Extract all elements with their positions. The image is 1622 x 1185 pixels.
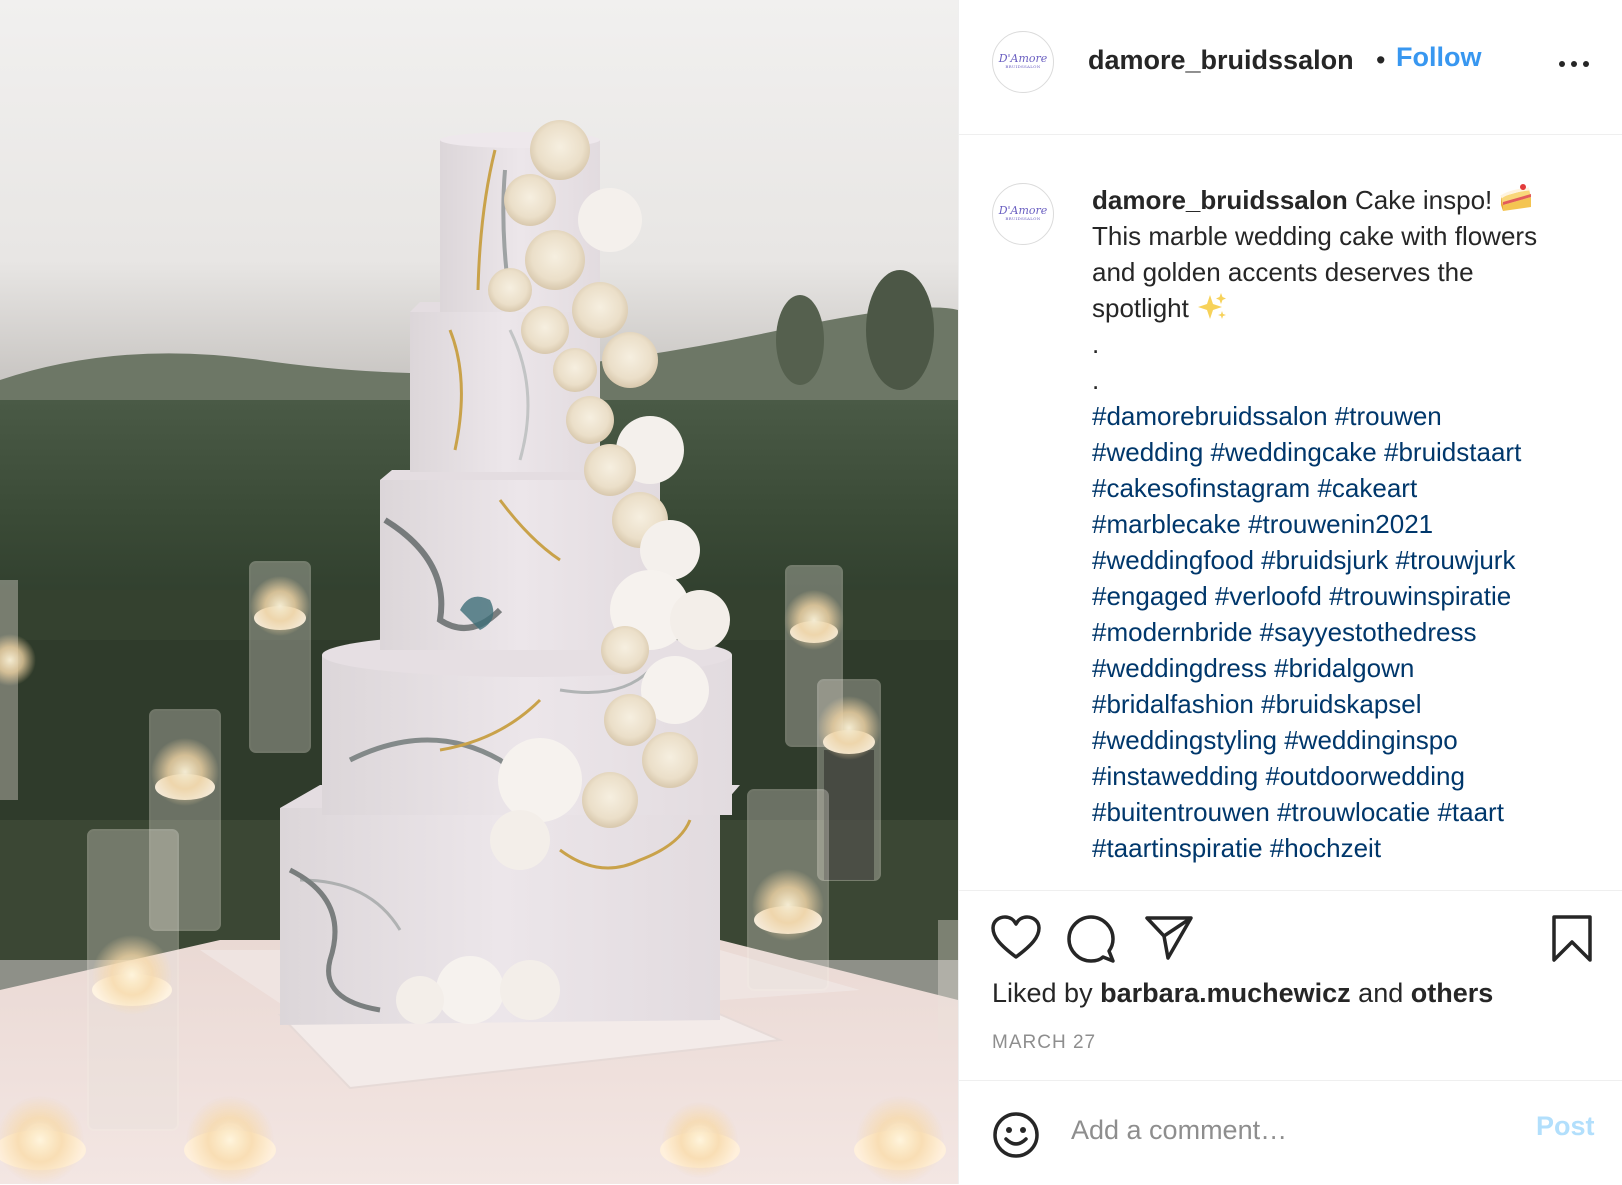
hashtag-line[interactable]: #weddingfood #bruidsjurk #trouwjurk <box>1092 542 1602 578</box>
heart-icon[interactable] <box>990 915 1042 961</box>
hashtag-line[interactable]: #cakesofinstagram #cakeart <box>1092 470 1602 506</box>
caption-text: damore_bruidssalon Cake inspo! This marb… <box>1092 182 1602 866</box>
hashtag-line[interactable]: #weddingstyling #weddinginspo <box>1092 722 1602 758</box>
wedding-cake-image <box>0 0 958 1184</box>
sparkles-emoji-icon <box>1198 293 1227 319</box>
share-icon[interactable] <box>1144 914 1194 962</box>
hashtag-line[interactable]: #instawedding #outdoorwedding <box>1092 758 1602 794</box>
caption-line-4: spotlight <box>1092 293 1197 323</box>
hashtag-line[interactable]: #engaged #verloofd #trouwinspiratie <box>1092 578 1602 614</box>
post-date[interactable]: MARCH 27 <box>992 1032 1096 1054</box>
hashtag-line[interactable]: #marblecake #trouwenin2021 <box>1092 506 1602 542</box>
header-username[interactable]: damore_bruidssalon <box>1088 45 1354 76</box>
comment-bar: Post <box>959 1080 1622 1185</box>
hashtag-line[interactable]: #bridalfashion #bruidskapsel <box>1092 686 1602 722</box>
likes-middle: and <box>1350 978 1411 1008</box>
caption-line-2: This marble wedding cake with flowers <box>1092 221 1538 251</box>
hashtag-line[interactable]: #modernbride #sayyestothedress <box>1092 614 1602 650</box>
likes-prefix: Liked by <box>992 978 1101 1008</box>
hashtag-line[interactable]: #taartinspiratie #hochzeit <box>1092 830 1602 866</box>
cake-slice-emoji-icon <box>1500 184 1532 211</box>
caption-line-3: and golden accents deserves the <box>1092 257 1474 287</box>
liked-by-user[interactable]: barbara.muchewicz <box>1100 978 1351 1008</box>
comment-input[interactable] <box>1069 1107 1493 1153</box>
hashtag-line[interactable]: #wedding #weddingcake #bruidstaart <box>1092 434 1602 470</box>
caption-avatar[interactable]: D'Amore BRUIDSSALON <box>992 183 1054 245</box>
hashtag-line[interactable]: #weddingdress #bridalgown <box>1092 650 1602 686</box>
avatar-logo-sub: BRUIDSSALON <box>1005 64 1041 69</box>
profile-avatar[interactable]: D'Amore BRUIDSSALON <box>992 31 1054 93</box>
comment-icon[interactable] <box>1066 914 1116 964</box>
caption-line-1: Cake inspo! <box>1347 185 1500 215</box>
likes-others-link[interactable]: others <box>1411 978 1494 1008</box>
caption-username[interactable]: damore_bruidssalon <box>1092 185 1348 215</box>
more-options-icon[interactable] <box>1559 58 1589 70</box>
post-actions: Liked by barbara.muchewicz and others MA… <box>959 890 1622 1080</box>
avatar-logo-text: D'Amore <box>998 204 1048 217</box>
post-comment-button[interactable]: Post <box>1536 1111 1595 1142</box>
likes-summary: Liked by barbara.muchewicz and others <box>992 978 1493 1009</box>
post-side-panel: D'Amore BRUIDSSALON damore_bruidssalon •… <box>958 0 1622 1184</box>
post-header: D'Amore BRUIDSSALON damore_bruidssalon •… <box>959 0 1622 135</box>
smiley-icon[interactable] <box>992 1111 1040 1159</box>
hashtag-line[interactable]: #buitentrouwen #trouwlocatie #taart <box>1092 794 1602 830</box>
hashtag-line[interactable]: #damorebruidssalon #trouwen <box>1092 398 1602 434</box>
bookmark-icon[interactable] <box>1551 914 1593 964</box>
header-separator-dot: • <box>1376 45 1386 75</box>
caption-dot-2: . <box>1092 365 1100 395</box>
caption-dot-1: . <box>1092 329 1100 359</box>
post-photo[interactable] <box>0 0 958 1184</box>
avatar-logo-text: D'Amore <box>998 52 1048 65</box>
avatar-logo-sub: BRUIDSSALON <box>1005 216 1041 221</box>
follow-button[interactable]: Follow <box>1396 42 1481 73</box>
caption-section: D'Amore BRUIDSSALON damore_bruidssalon C… <box>959 134 1622 891</box>
